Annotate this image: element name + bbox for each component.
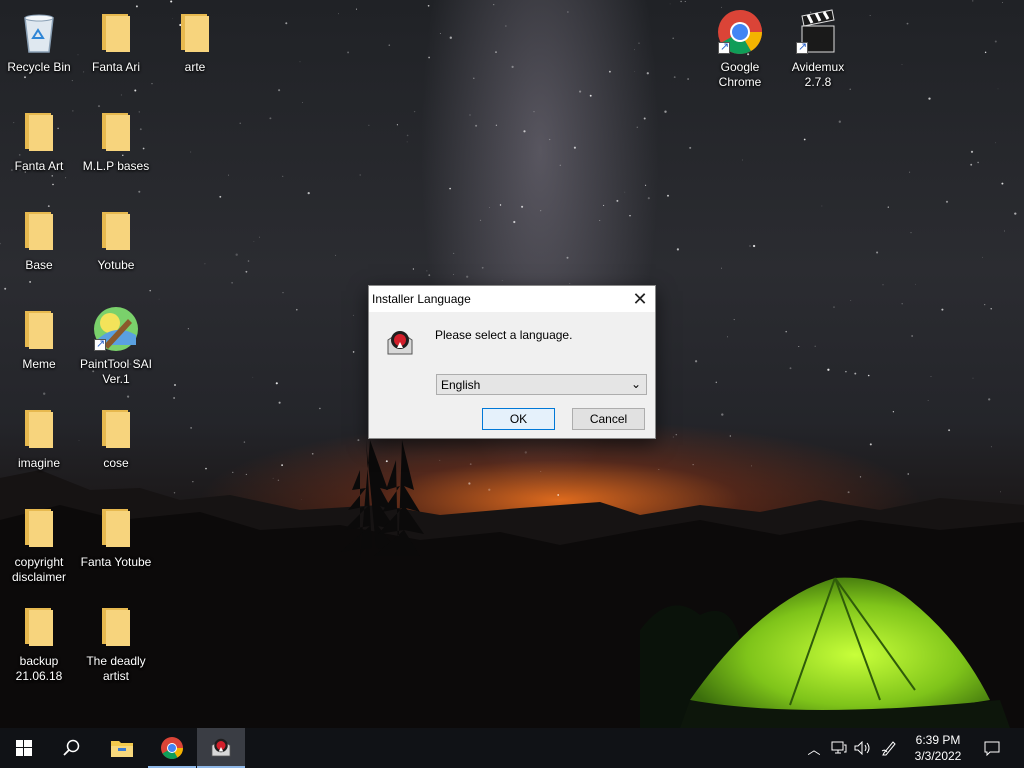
installer-language-dialog: Installer Language ✕ Please select a lan… xyxy=(368,285,656,439)
taskbar-file-explorer[interactable] xyxy=(98,728,146,768)
icon-label: Fanta Ari xyxy=(91,60,141,74)
folder-icon xyxy=(15,503,63,551)
taskbar-installer[interactable] xyxy=(197,728,245,768)
installer-app-icon xyxy=(385,326,415,358)
desktop-icon-avidemux[interactable]: Avidemux 2.7.8 xyxy=(780,8,856,90)
chevron-down-icon: ⌄ xyxy=(630,377,641,391)
search-icon xyxy=(63,739,80,756)
cancel-button[interactable]: Cancel xyxy=(572,408,645,430)
notification-icon[interactable] xyxy=(978,728,1006,768)
icon-label: Fanta Yotube xyxy=(80,555,152,569)
chrome-icon xyxy=(161,737,183,759)
clock-date: 3/3/2022 xyxy=(914,749,962,763)
desktop-icon-paint-tool-sai[interactable]: PaintTool SAI Ver.1 xyxy=(78,305,154,387)
icon-label: Meme xyxy=(22,357,56,371)
chrome-icon xyxy=(716,8,764,56)
language-select[interactable]: English ⌄ xyxy=(436,374,647,395)
taskbar-clock[interactable]: 6:39 PM 3/3/2022 xyxy=(900,732,976,764)
paint-tool-sai-icon xyxy=(92,305,140,353)
desktop-icon-folder[interactable]: Meme xyxy=(1,305,77,372)
icon-label: backup 21.06.18 xyxy=(15,654,63,683)
folder-icon xyxy=(15,404,63,452)
installer-app-icon xyxy=(211,738,231,757)
icon-label: Fanta Art xyxy=(14,159,64,173)
folder-icon xyxy=(15,107,63,155)
folder-icon xyxy=(171,8,219,56)
desktop-icon-folder[interactable]: copyright disclaimer xyxy=(1,503,77,585)
folder-icon xyxy=(92,602,140,650)
icon-label: Base xyxy=(25,258,53,272)
shortcut-arrow-icon xyxy=(94,337,106,352)
desktop-icon-folder[interactable]: M.L.P bases xyxy=(78,107,154,174)
dialog-titlebar[interactable]: Installer Language ✕ xyxy=(369,286,655,312)
folder-icon xyxy=(92,107,140,155)
desktop-icon-folder[interactable]: Fanta Ari xyxy=(78,8,154,75)
chevron-up-icon[interactable]: ︿ xyxy=(804,728,824,768)
recycle-bin-icon xyxy=(15,8,63,56)
file-explorer-icon xyxy=(111,741,133,757)
folder-icon xyxy=(92,206,140,254)
shortcut-arrow-icon xyxy=(718,40,730,55)
folder-icon xyxy=(92,404,140,452)
start-button[interactable] xyxy=(0,728,48,768)
icon-label: PaintTool SAI Ver.1 xyxy=(79,357,153,386)
icon-label: Yotube xyxy=(97,258,135,272)
taskbar-chrome[interactable] xyxy=(148,728,196,768)
desktop-icon-google-chrome[interactable]: Google Chrome xyxy=(702,8,778,90)
desktop-icon-folder[interactable]: Yotube xyxy=(78,206,154,273)
pen-icon[interactable] xyxy=(878,728,900,768)
folder-icon xyxy=(92,503,140,551)
desktop-icon-folder[interactable]: Fanta Yotube xyxy=(78,503,154,570)
desktop-icon-folder[interactable]: Fanta Art xyxy=(1,107,77,174)
shortcut-arrow-icon xyxy=(796,40,808,55)
icon-label: cose xyxy=(103,456,129,470)
icon-label: imagine xyxy=(17,456,61,470)
dialog-title: Installer Language xyxy=(372,292,471,306)
ok-button[interactable]: OK xyxy=(482,408,555,430)
desktop-icon-folder[interactable]: backup 21.06.18 xyxy=(1,602,77,684)
dialog-prompt: Please select a language. xyxy=(435,328,573,342)
desktop-icon-recycle-bin[interactable]: Recycle Bin xyxy=(1,8,77,75)
folder-icon xyxy=(92,8,140,56)
clapperboard-icon xyxy=(794,8,842,56)
folder-icon xyxy=(15,206,63,254)
icon-label: Avidemux 2.7.8 xyxy=(791,60,845,89)
folder-icon xyxy=(15,602,63,650)
desktop-icon-folder[interactable]: arte xyxy=(157,8,233,75)
folder-icon xyxy=(15,305,63,353)
icon-label: copyright disclaimer xyxy=(11,555,66,584)
clock-time: 6:39 PM xyxy=(915,733,961,747)
icon-label: Google Chrome xyxy=(718,60,762,89)
icon-label: arte xyxy=(184,60,206,74)
desktop-icon-folder[interactable]: cose xyxy=(78,404,154,471)
icon-label: M.L.P bases xyxy=(82,159,150,173)
taskbar: ︿ 6:39 PM 3/3/2022 xyxy=(0,728,1024,768)
volume-icon[interactable] xyxy=(852,728,874,768)
network-icon[interactable] xyxy=(828,728,850,768)
search-button[interactable] xyxy=(48,728,96,768)
desktop-icon-folder[interactable]: The deadly artist xyxy=(78,602,154,684)
icon-label: Recycle Bin xyxy=(7,60,71,74)
desktop-icon-folder[interactable]: Base xyxy=(1,206,77,273)
icon-label: The deadly artist xyxy=(86,654,146,683)
desktop-icon-folder[interactable]: imagine xyxy=(1,404,77,471)
windows-logo-icon xyxy=(16,740,32,756)
close-icon[interactable]: ✕ xyxy=(625,286,655,312)
language-select-value: English xyxy=(441,378,481,392)
